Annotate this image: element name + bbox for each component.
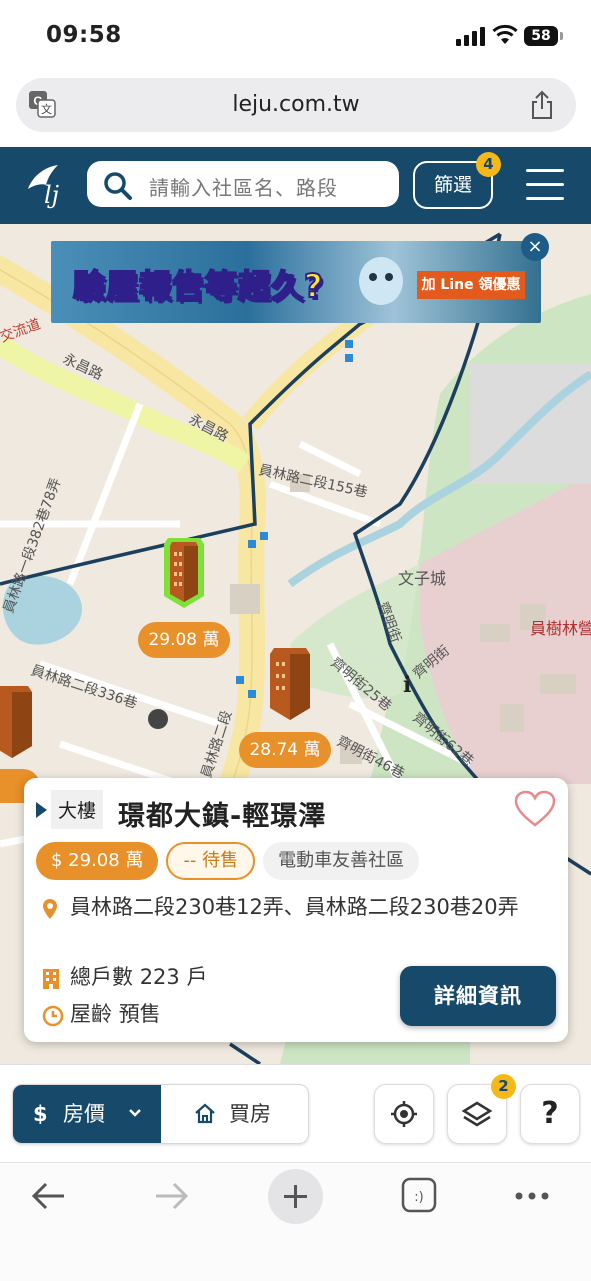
svg-text:lj: lj: [44, 181, 60, 209]
age-label: 屋齡: [70, 1002, 112, 1026]
url-text[interactable]: leju.com.tw: [16, 92, 576, 117]
more-dots-icon[interactable]: [514, 1191, 550, 1201]
home-icon: [195, 1103, 215, 1124]
wifi-icon: [492, 24, 518, 44]
info-poi-icon: i: [403, 672, 411, 698]
plus-icon: [284, 1185, 307, 1208]
buy-mode-label: 買房: [229, 1102, 271, 1126]
hamburger-menu-icon[interactable]: [526, 169, 564, 211]
new-tab-button[interactable]: [268, 1169, 323, 1224]
ad-mascot-icon: [359, 257, 403, 305]
locate-button[interactable]: [374, 1084, 434, 1144]
buy-mode-tab[interactable]: 買房: [161, 1085, 308, 1143]
search-input[interactable]: 請輸入社區名、路段: [87, 161, 399, 207]
address-row: 員林路二段230巷12弄、員林路二段230巷20弄: [42, 890, 552, 931]
play-triangle-icon: [36, 801, 47, 818]
layers-icon: [461, 1101, 493, 1127]
clock-icon: [42, 1005, 64, 1027]
listing-name: 璟都大鎮-輕璟澤: [118, 801, 327, 832]
ad-banner[interactable]: 驗屋報告等超久? 加 Line 領優惠: [51, 241, 541, 323]
tabs-icon[interactable]: :): [401, 1177, 437, 1213]
share-icon[interactable]: [530, 90, 554, 120]
location-pin-icon: [43, 899, 57, 919]
search-icon: [104, 172, 132, 200]
building-marker-selected[interactable]: [160, 530, 208, 610]
chevron-down-icon: [129, 1109, 141, 1117]
price-mode-tab[interactable]: $ 房價: [13, 1085, 161, 1143]
status-bar: 09:58 58: [0, 0, 591, 70]
site-header: lj 請輸入社區名、路段 篩選: [0, 147, 591, 224]
crosshair-icon: [391, 1101, 417, 1127]
status-time: 09:58: [46, 22, 122, 48]
map-label: 文子城: [398, 569, 446, 588]
forward-arrow-icon[interactable]: [154, 1181, 190, 1211]
filter-count-badge: 4: [476, 152, 501, 177]
ad-close-icon[interactable]: ×: [521, 233, 549, 261]
dollar-icon: $: [33, 1102, 48, 1126]
households-value: 223 戶: [139, 965, 208, 989]
building-marker[interactable]: [266, 644, 314, 724]
price-mode-label: 房價: [63, 1102, 105, 1126]
price-tag: $ 29.08 萬: [36, 842, 159, 880]
sale-status-tag: -- 待售: [166, 842, 256, 880]
temple-icon: [148, 709, 168, 729]
browser-toolbar: :): [0, 1162, 591, 1281]
ad-cta-button[interactable]: 加 Line 領優惠: [417, 271, 525, 299]
detail-info-button[interactable]: 詳細資訊: [400, 966, 556, 1026]
households-row: 總戶數 223 戶: [42, 960, 207, 1001]
ev-friendly-tag: 電動車友善社區: [263, 842, 420, 880]
address-bar[interactable]: G 文 leju.com.tw: [16, 78, 576, 132]
listing-type: 大樓: [36, 790, 104, 829]
map-label: 交流道: [0, 315, 43, 345]
favorite-heart-icon[interactable]: [514, 790, 556, 828]
signal-icon: [456, 27, 485, 46]
age-value: 預售: [118, 1002, 161, 1026]
building-icon: [43, 969, 59, 989]
leju-logo-icon[interactable]: lj: [22, 159, 74, 211]
mode-switch[interactable]: $ 房價 買房: [12, 1084, 309, 1144]
building-marker[interactable]: [0, 682, 36, 762]
price-bubble[interactable]: 28.74 萬: [239, 732, 331, 768]
address-text: 員林路二段230巷12弄、員林路二段230巷20弄: [70, 895, 519, 919]
type-label: 大樓: [51, 790, 104, 829]
age-row: 屋齡 預售: [42, 997, 161, 1038]
help-button[interactable]: ?: [520, 1084, 580, 1144]
back-arrow-icon[interactable]: [30, 1181, 66, 1211]
search-placeholder: 請輸入社區名、路段: [149, 176, 338, 200]
layers-count-badge: 2: [491, 1074, 516, 1099]
svg-text::): :): [414, 1190, 423, 1205]
ad-headline: 驗屋報告等超久?: [72, 266, 324, 306]
battery-icon: 58: [524, 26, 563, 46]
map-label: 員樹林營區: [530, 619, 591, 638]
tag-row: $ 29.08 萬 -- 待售 電動車友善社區: [36, 842, 420, 880]
price-bubble[interactable]: 29.08 萬: [138, 622, 230, 658]
listing-card[interactable]: 大樓 璟都大鎮-輕璟澤 $ 29.08 萬 -- 待售 電動車友善社區 員林路二…: [24, 778, 568, 1042]
households-label: 總戶數: [70, 965, 133, 989]
map-label: 員林路二段336巷: [29, 663, 139, 712]
